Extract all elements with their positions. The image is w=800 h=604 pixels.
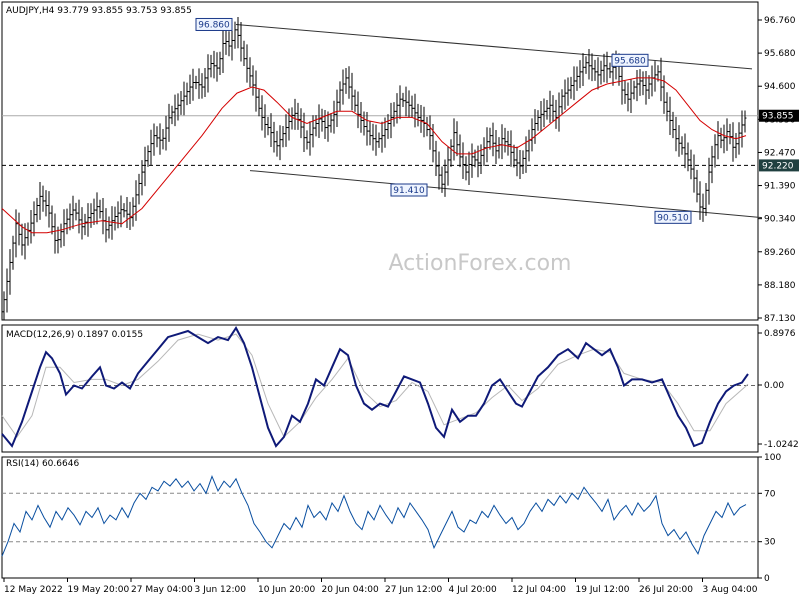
x-tick-label: 20 Jun 04:00 (322, 585, 379, 595)
price-y-tick-label: 91.390 (764, 182, 796, 192)
x-tick-label: 3 Aug 04:00 (703, 585, 758, 595)
price-y-tick-label: 90.340 (764, 215, 796, 225)
price-annotation-label: 90.510 (657, 213, 689, 223)
rsi-label: RSI(14) 60.6646 (6, 459, 79, 469)
rsi-y-tick-label: 70 (764, 489, 776, 499)
x-tick-label: 10 Jun 20:00 (258, 585, 315, 595)
rsi-y-tick-label: 100 (764, 453, 781, 463)
price-y-tick-label: 88.180 (764, 281, 796, 291)
price-y-tick-label: 92.470 (764, 148, 796, 158)
x-tick-label: 19 May 20:00 (68, 585, 130, 595)
rsi-y-tick-label: 0 (764, 574, 770, 584)
x-tick-label: 26 Jul 20:00 (639, 585, 693, 595)
price-y-tick-label: 94.600 (764, 82, 796, 92)
watermark: ActionForex.com (389, 251, 572, 276)
price-value-tag-label: 93.855 (762, 112, 794, 122)
x-tick-label: 4 Jul 20:00 (449, 585, 498, 595)
price-header: AUDJPY,H4 93.779 93.855 93.753 93.855 (6, 6, 192, 16)
price-annotation-label: 96.860 (198, 20, 230, 30)
macd-y-tick-label: 0.00 (764, 381, 784, 391)
x-tick-label: 27 May 04:00 (131, 585, 193, 595)
macd-y-tick-label: 0.8976 (764, 329, 796, 339)
chart-svg: 96.76095.68094.60093.55092.47091.39090.3… (1, 1, 799, 595)
price-annotation-label: 91.410 (393, 186, 425, 196)
price-pane-frame (1, 1, 759, 321)
macd-label: MACD(12,26,9) 0.1897 0.0155 (6, 330, 143, 340)
chart-root: 96.76095.68094.60093.55092.47091.39090.3… (0, 0, 800, 600)
x-tick-label: 3 Jun 12:00 (195, 585, 247, 595)
price-y-tick-label: 96.760 (764, 16, 796, 26)
price-y-tick-label: 89.260 (764, 248, 796, 258)
price-y-tick-label: 95.680 (764, 49, 796, 59)
price-annotation-label: 95.680 (614, 56, 646, 66)
rsi-pane-frame (1, 456, 759, 579)
price-value-tag-label: 92.220 (762, 161, 794, 171)
price-y-tick-label: 87.130 (764, 314, 796, 324)
x-tick-label: 19 Jul 12:00 (576, 585, 630, 595)
rsi-y-tick-label: 30 (764, 538, 776, 548)
x-tick-label: 12 Jul 04:00 (512, 585, 566, 595)
x-tick-label: 27 Jun 12:00 (385, 585, 442, 595)
macd-y-tick-label: -1.0242 (764, 440, 799, 450)
x-tick-label: 12 May 2022 (4, 585, 63, 595)
